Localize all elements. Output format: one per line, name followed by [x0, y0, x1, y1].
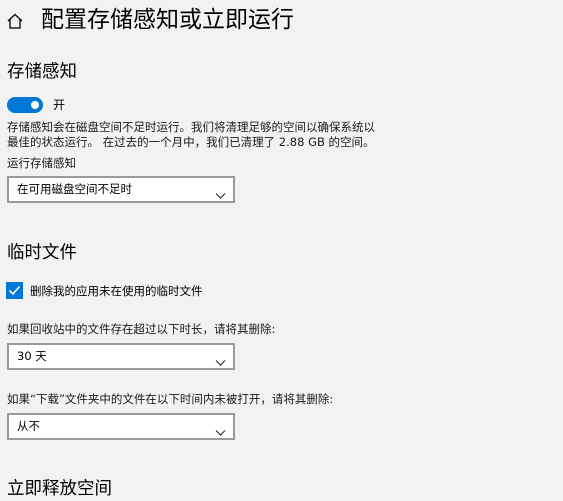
run-storage-sense-value: 在可用磁盘空间不足时	[17, 182, 132, 196]
recycle-bin-value: 30 天	[17, 349, 47, 363]
storage-sense-toggle[interactable]	[7, 97, 43, 113]
delete-temp-files-checkbox[interactable]	[6, 282, 23, 299]
run-storage-sense-dropdown[interactable]: 在可用磁盘空间不足时	[7, 176, 235, 203]
free-space-heading: 立即释放空间	[7, 479, 112, 499]
recycle-bin-label: 如果回收站中的文件存在超过以下时长，请将其删除:	[7, 322, 276, 336]
storage-sense-description-line2: 最佳的状态运行。 在过去的一个月中，我们已清理了 2.88 GB 的空间。	[7, 135, 375, 149]
toggle-knob	[31, 101, 39, 109]
toggle-state-label: 开	[53, 98, 66, 112]
run-storage-sense-label: 运行存储感知	[7, 156, 76, 170]
recycle-bin-dropdown[interactable]: 30 天	[7, 343, 235, 370]
storage-sense-description-line1: 存储感知会在磁盘空间不足时运行。我们将清理足够的空间以确保系统以	[7, 120, 375, 134]
downloads-dropdown[interactable]: 从不	[7, 413, 235, 440]
delete-temp-files-label: 删除我的应用未在使用的临时文件	[30, 284, 203, 298]
home-icon[interactable]	[6, 12, 24, 30]
chevron-down-icon	[215, 185, 226, 199]
checkmark-icon	[8, 285, 21, 296]
downloads-value: 从不	[17, 419, 40, 433]
temp-files-heading: 临时文件	[7, 243, 77, 263]
page-title: 配置存储感知或立即运行	[41, 7, 294, 33]
storage-sense-heading: 存储感知	[7, 62, 77, 82]
downloads-label: 如果“下载”文件夹中的文件在以下时间内未被打开，请将其删除:	[7, 392, 334, 406]
chevron-down-icon	[215, 352, 226, 366]
chevron-down-icon	[215, 422, 226, 436]
